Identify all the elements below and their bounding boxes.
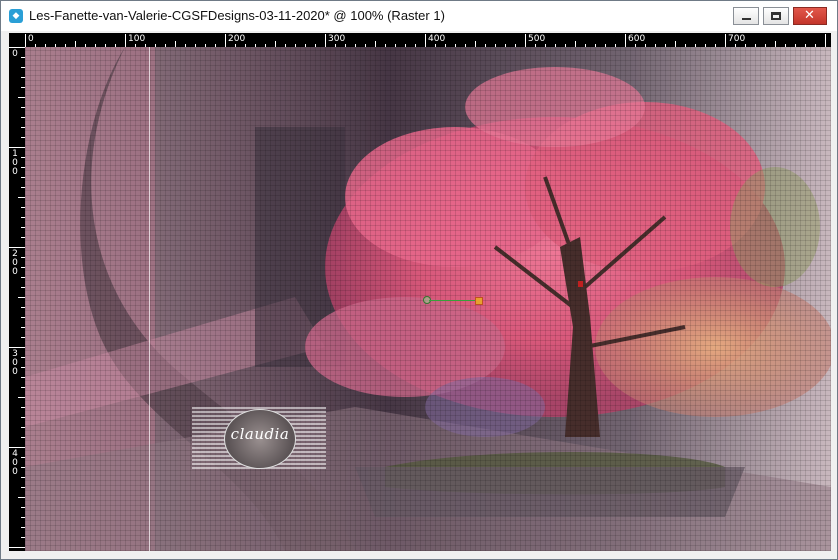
ruler-label-600: 600 xyxy=(628,34,646,44)
vruler-label-400: 400 xyxy=(12,449,18,477)
ruler-label-0: 0 xyxy=(28,34,34,44)
ruler-label-200: 200 xyxy=(228,34,246,44)
maximize-icon xyxy=(771,12,781,20)
selection-marker[interactable] xyxy=(578,281,583,287)
watermark-claudia: claudia xyxy=(192,407,326,469)
ruler-label-100: 100 xyxy=(128,34,146,44)
vertical-ruler[interactable]: 0 100 200 300 400 xyxy=(9,47,25,551)
minimize-icon xyxy=(742,18,751,20)
window-title: Les-Fanette-van-Valerie-CGSFDesigns-03-1… xyxy=(29,8,445,23)
maximize-button[interactable] xyxy=(763,7,789,25)
node-handle-line xyxy=(429,300,479,301)
image-canvas[interactable]: claudia xyxy=(25,47,831,551)
vruler-label-0: 0 xyxy=(12,49,18,59)
horizontal-ruler[interactable]: 0 100 200 300 400 500 600 700 xyxy=(25,33,831,47)
vruler-label-300: 300 xyxy=(12,349,18,377)
watermark-text: claudia xyxy=(230,425,290,443)
close-button[interactable]: ✕ xyxy=(793,7,827,25)
vruler-label-100: 100 xyxy=(12,149,18,177)
close-icon: ✕ xyxy=(804,8,815,23)
title-bar[interactable]: ◆ Les-Fanette-van-Valerie-CGSFDesigns-03… xyxy=(1,1,837,31)
ruler-label-500: 500 xyxy=(528,34,546,44)
vertical-guide-line[interactable] xyxy=(149,47,150,551)
ruler-corner xyxy=(9,33,25,47)
minimize-button[interactable] xyxy=(733,7,759,25)
ruler-label-300: 300 xyxy=(328,34,346,44)
node-handle[interactable] xyxy=(475,297,483,305)
paint-shop-pro-icon: ◆ xyxy=(9,9,23,23)
ruler-label-700: 700 xyxy=(728,34,746,44)
vruler-label-200: 200 xyxy=(12,249,18,277)
ruler-label-400: 400 xyxy=(428,34,446,44)
image-window: ◆ Les-Fanette-van-Valerie-CGSFDesigns-03… xyxy=(0,0,838,560)
